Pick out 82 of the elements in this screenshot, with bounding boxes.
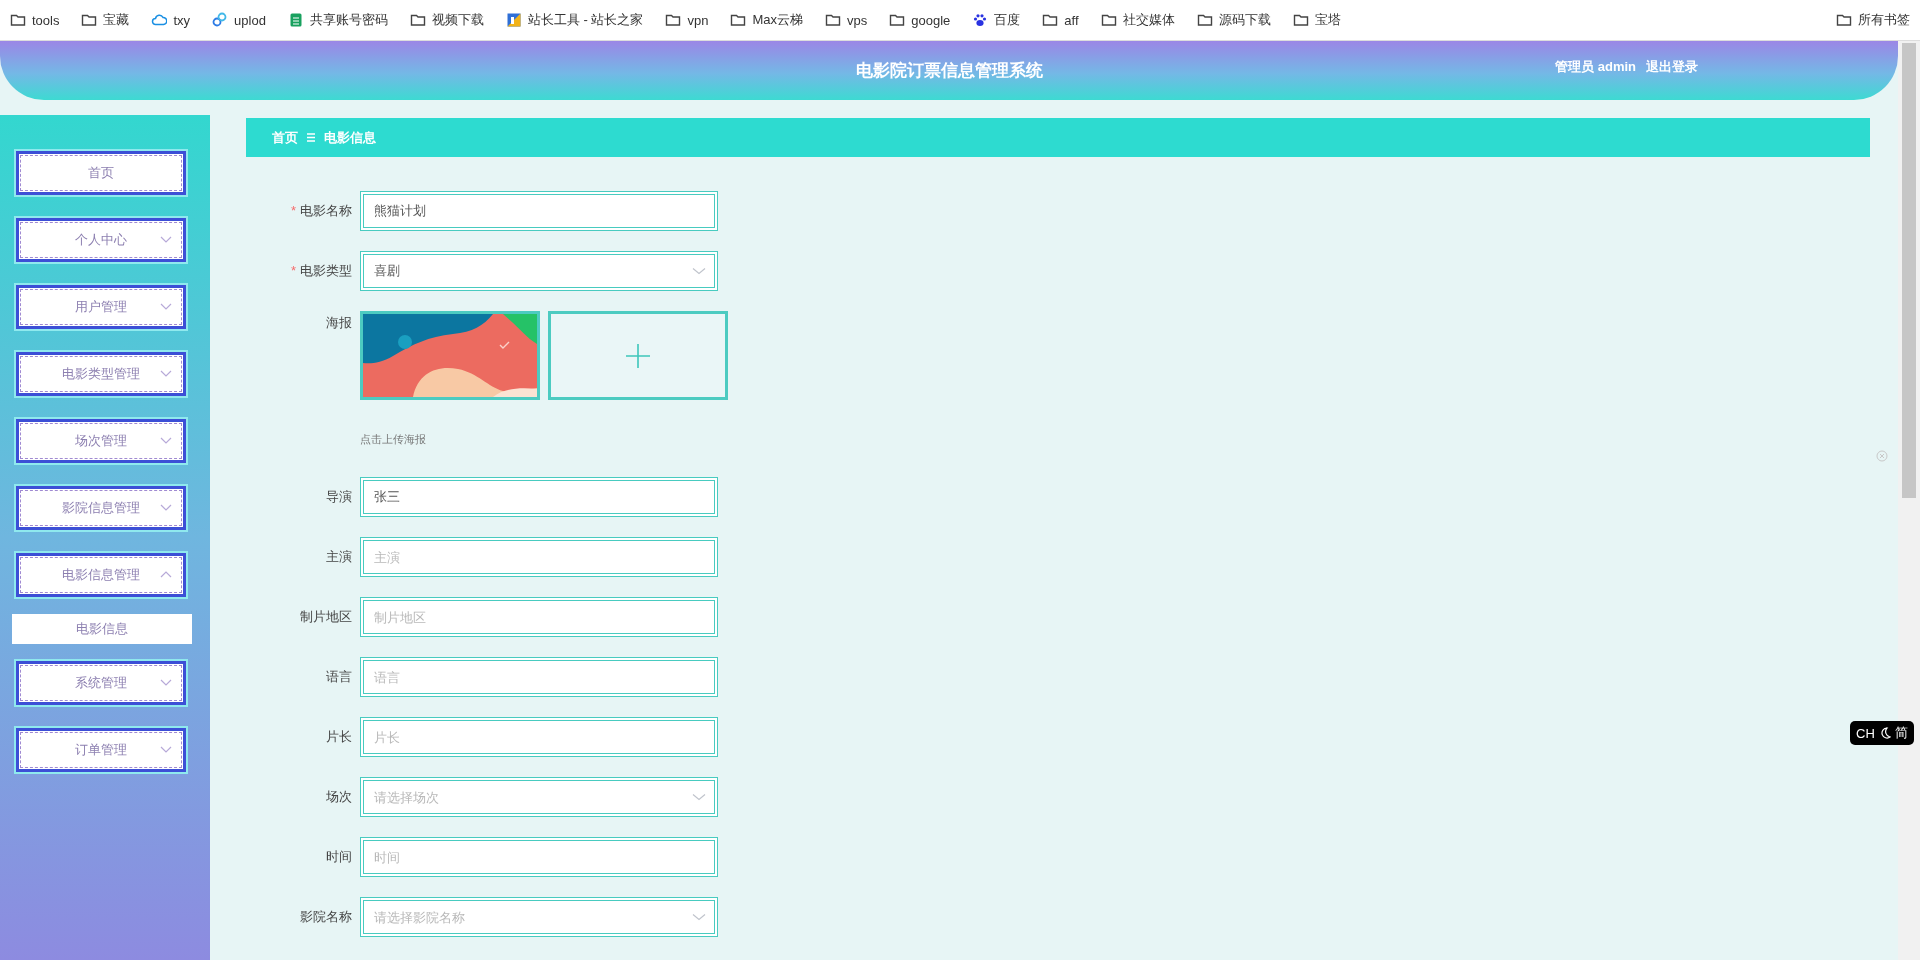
bookmark[interactable]: Max云梯: [728, 9, 805, 31]
bookmark[interactable]: 宝藏: [79, 9, 132, 31]
upload-button[interactable]: [548, 311, 728, 400]
bookmark[interactable]: vpn: [663, 10, 711, 30]
chevron-down-icon: [692, 267, 706, 275]
folder-icon: [1836, 12, 1852, 28]
bookmark[interactable]: 社交媒体: [1098, 9, 1177, 31]
bookmark[interactable]: 源码下载: [1194, 9, 1273, 31]
input-field[interactable]: 制片地区: [360, 597, 718, 637]
bookmark[interactable]: uplod: [210, 10, 268, 30]
field-label: 海报: [325, 314, 353, 332]
field-label: 影院名称: [299, 908, 353, 926]
close-icon: [1876, 450, 1888, 462]
folder-icon: [730, 12, 747, 28]
system-title: 电影院订票信息管理系统: [855, 60, 1043, 82]
menu-item[interactable]: 电影信息管理: [14, 551, 188, 599]
folder-icon: [1292, 12, 1309, 28]
folder-icon: [889, 12, 906, 28]
menu-icon: [306, 132, 316, 143]
menu-item[interactable]: 用户管理: [14, 283, 188, 331]
folder-icon: [409, 12, 426, 28]
required-mark: *: [290, 203, 296, 218]
input-field[interactable]: 主演: [360, 537, 718, 577]
folder-icon: [10, 12, 26, 28]
field-label: 场次: [325, 788, 353, 806]
menu-item[interactable]: 场次管理: [14, 417, 188, 465]
language-label: CH: [1856, 725, 1875, 741]
bookmark[interactable]: 共享账号密码: [285, 9, 390, 31]
input-field[interactable]: 张三: [360, 477, 718, 517]
script-label: 简: [1894, 724, 1908, 742]
scrollbar-thumb[interactable]: [1902, 43, 1916, 498]
chevron-down-icon: [692, 913, 706, 921]
menu-item[interactable]: 影院信息管理: [14, 484, 188, 532]
folder-icon: [1100, 12, 1117, 28]
moon-icon: [1878, 727, 1891, 739]
input-field[interactable]: 时间: [360, 837, 718, 877]
bookmark[interactable]: vps: [823, 10, 870, 30]
input-field[interactable]: 熊猫计划: [360, 191, 718, 231]
upload-hint: 点击上传海报: [360, 432, 426, 447]
menu-item[interactable]: 电影类型管理: [14, 350, 188, 398]
menu-item[interactable]: 首页: [14, 149, 188, 197]
bookmark[interactable]: 宝塔: [1290, 9, 1343, 31]
folder-icon: [1196, 12, 1213, 28]
bookmark[interactable]: tools: [8, 10, 62, 30]
bookmark[interactable]: 视频下载: [407, 9, 486, 31]
folder-icon: [1042, 12, 1059, 28]
bookmark[interactable]: google: [887, 10, 953, 30]
input-method-badge[interactable]: CH 简: [1850, 721, 1914, 745]
input-field[interactable]: 语言: [360, 657, 718, 697]
app-icon: [212, 12, 229, 28]
field-label: 导演: [325, 488, 353, 506]
field-label: 主演: [325, 548, 353, 566]
menu-item[interactable]: 订单管理: [14, 726, 188, 774]
folder-icon: [825, 12, 841, 28]
bookmark[interactable]: 百度: [970, 9, 1023, 31]
all-bookmarks[interactable]: 所有书签: [1834, 9, 1912, 31]
bookmark[interactable]: 站长工具 - 站长之家: [503, 9, 646, 31]
required-mark: *: [290, 263, 296, 278]
input-field[interactable]: 片长: [360, 717, 718, 757]
check-icon: [499, 340, 510, 350]
folder-icon: [665, 12, 682, 28]
field-label: 语言: [325, 668, 353, 686]
menu-item[interactable]: 个人中心: [14, 216, 188, 264]
menu-item[interactable]: 系统管理: [14, 659, 188, 707]
bookmark[interactable]: txy: [149, 10, 193, 30]
bookmark[interactable]: aff: [1040, 10, 1081, 30]
field-label: 时间: [325, 848, 353, 866]
submenu-item[interactable]: 电影信息: [12, 614, 192, 644]
folder-icon: [81, 12, 98, 28]
select-field[interactable]: 请选择影院名称: [360, 897, 718, 937]
tool-icon: [505, 12, 522, 28]
field-label: 制片地区: [299, 608, 353, 626]
select-field[interactable]: 喜剧: [360, 251, 718, 291]
cloud-icon: [151, 12, 168, 28]
label-text: 电影名称: [300, 203, 352, 218]
label-text: 电影类型: [300, 263, 352, 278]
plus-icon: [626, 343, 650, 368]
paw-icon: [972, 12, 989, 28]
chevron-down-icon: [692, 793, 706, 801]
field-label: 片长: [325, 728, 353, 746]
select-field[interactable]: 请选择场次: [360, 777, 718, 817]
user-label: 管理员 admin: [1555, 57, 1636, 76]
